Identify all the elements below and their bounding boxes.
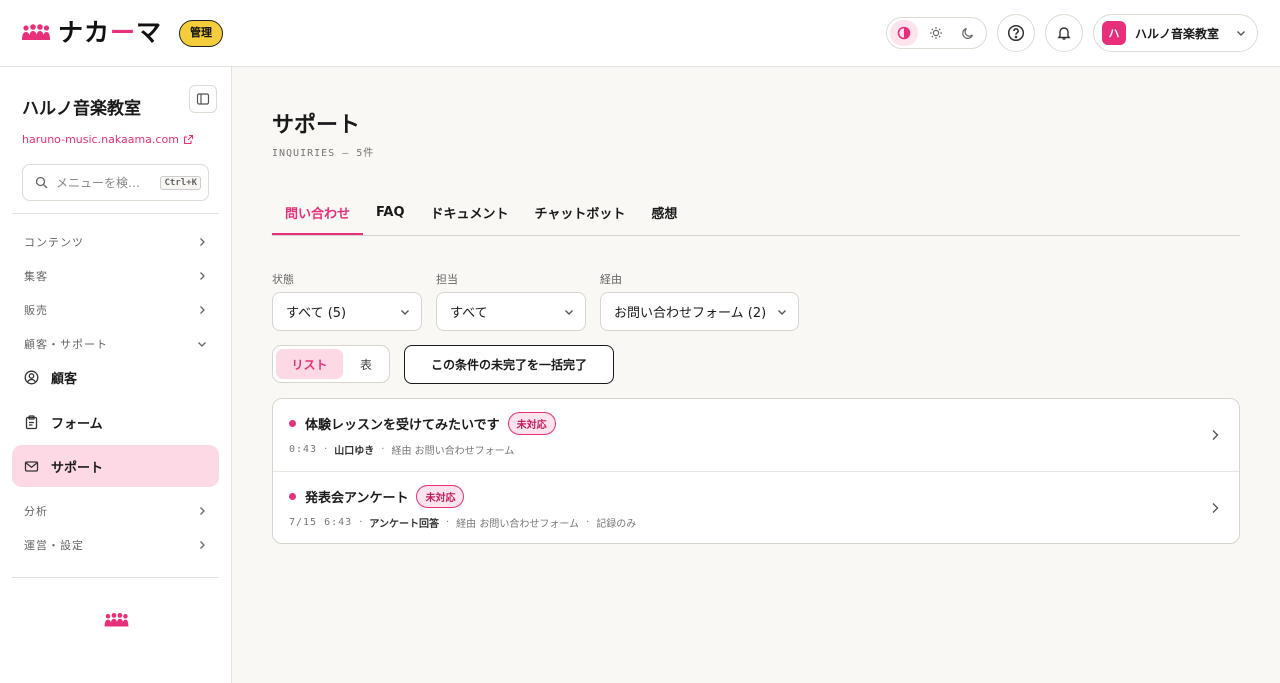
user-circle-icon bbox=[24, 370, 39, 384]
inquiry-title: 発表会アンケート bbox=[305, 491, 409, 506]
search-shortcut: Ctrl+K bbox=[160, 175, 201, 190]
search-icon bbox=[35, 176, 48, 189]
moon-icon bbox=[962, 27, 974, 39]
clipboard-icon bbox=[25, 414, 38, 429]
theme-toggle bbox=[886, 17, 987, 49]
theme-auto-button[interactable] bbox=[890, 20, 918, 46]
inquiry-meta: 0:43 · 山口ゆき · 経由 お問い合わせフォーム bbox=[289, 444, 515, 457]
sidebar-toggle-icon bbox=[196, 93, 210, 105]
page-subtitle: INQUIRIES — 5件 bbox=[272, 148, 375, 159]
chevron-right-icon bbox=[200, 507, 205, 515]
admin-badge: 管理 bbox=[179, 20, 223, 47]
menu-search-input[interactable] bbox=[56, 175, 148, 190]
status-badge: 未対応 bbox=[416, 485, 465, 508]
account-menu-button[interactable]: ハ ハルノ音楽教室 bbox=[1093, 14, 1258, 52]
site-link[interactable]: haruno-music.nakaama.com bbox=[22, 133, 194, 146]
school-name: ハルノ音楽教室 bbox=[22, 99, 141, 119]
chevron-down-icon bbox=[1237, 31, 1245, 36]
tab-chatbot[interactable]: チャットボット bbox=[522, 191, 639, 234]
people-group-icon bbox=[22, 24, 50, 40]
chevron-down-icon bbox=[778, 309, 786, 315]
help-icon bbox=[1007, 24, 1025, 42]
tab-documents[interactable]: ドキュメント bbox=[418, 191, 522, 234]
notifications-button[interactable] bbox=[1045, 14, 1083, 52]
mail-icon bbox=[24, 460, 39, 472]
top-header: ナカーマ 管理 ハ ハルノ音楽教室 bbox=[0, 0, 1280, 67]
view-toggle: リスト 表 bbox=[272, 345, 390, 383]
account-name: ハルノ音楽教室 bbox=[1135, 26, 1220, 41]
nav-item-forms[interactable]: フォーム bbox=[12, 401, 219, 443]
view-list-button[interactable]: リスト bbox=[276, 349, 343, 379]
help-button[interactable] bbox=[997, 14, 1035, 52]
filter-assignee-select[interactable]: すべて bbox=[436, 292, 586, 331]
nav-item-support[interactable]: サポート bbox=[12, 445, 219, 487]
nav-item-customers[interactable]: 顧客 bbox=[12, 356, 219, 398]
chevron-right-icon bbox=[1212, 430, 1219, 440]
filter-source-select[interactable]: お問い合わせフォーム (2) bbox=[600, 292, 799, 331]
sidebar: ハルノ音楽教室 haruno-music.nakaama.com Ctrl+K … bbox=[0, 67, 232, 683]
filter-status-select[interactable]: すべて (5) bbox=[272, 292, 422, 331]
group-marketing[interactable]: 集客 bbox=[12, 264, 219, 288]
filter-source-label: 経由 bbox=[600, 273, 622, 286]
inquiry-note: 記録のみ bbox=[596, 519, 637, 530]
chevron-right-icon bbox=[1212, 503, 1219, 513]
bell-icon bbox=[1057, 27, 1071, 40]
tab-feedback[interactable]: 感想 bbox=[638, 191, 690, 234]
inquiry-time: 0:43 bbox=[289, 444, 318, 455]
external-link-icon bbox=[183, 134, 193, 145]
unread-dot bbox=[289, 420, 296, 427]
inquiry-sender: 山口ゆき bbox=[334, 446, 375, 457]
group-sales[interactable]: 販売 bbox=[12, 298, 219, 322]
theme-dark-button[interactable] bbox=[954, 20, 982, 46]
logo-wordmark: ナカーマ bbox=[58, 18, 163, 47]
avatar: ハ bbox=[1102, 21, 1126, 45]
divider bbox=[12, 213, 219, 214]
status-badge: 未対応 bbox=[507, 412, 556, 435]
inquiry-meta: 7/15 6:43 · アンケート回答 · 経由 お問い合わせフォーム · 記録… bbox=[289, 517, 637, 530]
list-item[interactable]: 発表会アンケート 未対応 7/15 6:43 · アンケート回答 · 経由 お問… bbox=[273, 471, 1239, 543]
theme-light-button[interactable] bbox=[922, 20, 950, 46]
divider bbox=[12, 577, 219, 578]
inquiry-time: 7/15 6:43 bbox=[289, 517, 353, 528]
chevron-down-icon bbox=[401, 309, 409, 315]
tab-inquiries[interactable]: 問い合わせ bbox=[272, 191, 364, 235]
chevron-down-icon bbox=[198, 342, 206, 347]
unread-dot bbox=[289, 493, 296, 500]
group-analytics[interactable]: 分析 bbox=[12, 499, 219, 523]
main-content: サポート INQUIRIES — 5件 問い合わせ FAQ ドキュメント チャッ… bbox=[232, 67, 1280, 683]
menu-search[interactable]: Ctrl+K bbox=[22, 164, 209, 201]
inquiry-title: 体験レッスンを受けてみたいです bbox=[305, 418, 500, 433]
filter-assignee-label: 担当 bbox=[436, 273, 458, 286]
group-operations-settings[interactable]: 運営・設定 bbox=[12, 533, 219, 557]
inquiry-sender: アンケート回答 bbox=[369, 519, 439, 530]
collapse-sidebar-button[interactable] bbox=[189, 85, 217, 113]
chevron-right-icon bbox=[200, 306, 205, 314]
group-customer-support[interactable]: 顧客・サポート bbox=[12, 332, 219, 356]
sun-icon bbox=[930, 27, 942, 39]
people-group-icon bbox=[104, 613, 129, 627]
inquiry-source: 経由 お問い合わせフォーム bbox=[456, 519, 580, 530]
chevron-right-icon bbox=[200, 541, 205, 549]
view-table-button[interactable]: 表 bbox=[347, 349, 385, 379]
tab-bar: 問い合わせ FAQ ドキュメント チャットボット 感想 bbox=[272, 193, 1240, 236]
filter-status-label: 状態 bbox=[272, 273, 294, 286]
chevron-right-icon bbox=[200, 238, 205, 246]
group-contents[interactable]: コンテンツ bbox=[12, 230, 219, 254]
tab-faq[interactable]: FAQ bbox=[363, 191, 418, 234]
inquiry-source: 経由 お問い合わせフォーム bbox=[391, 446, 515, 457]
inquiry-list: 体験レッスンを受けてみたいです 未対応 0:43 · 山口ゆき · 経由 お問い… bbox=[272, 398, 1240, 544]
page-title: サポート bbox=[272, 113, 361, 138]
list-item[interactable]: 体験レッスンを受けてみたいです 未対応 0:43 · 山口ゆき · 経由 お問い… bbox=[273, 399, 1239, 471]
app-logo[interactable]: ナカーマ bbox=[22, 18, 162, 48]
chevron-right-icon bbox=[200, 272, 205, 280]
contrast-icon bbox=[897, 26, 911, 40]
chevron-down-icon bbox=[565, 309, 573, 315]
bulk-complete-button[interactable]: この条件の未完了を一括完了 bbox=[404, 345, 614, 384]
